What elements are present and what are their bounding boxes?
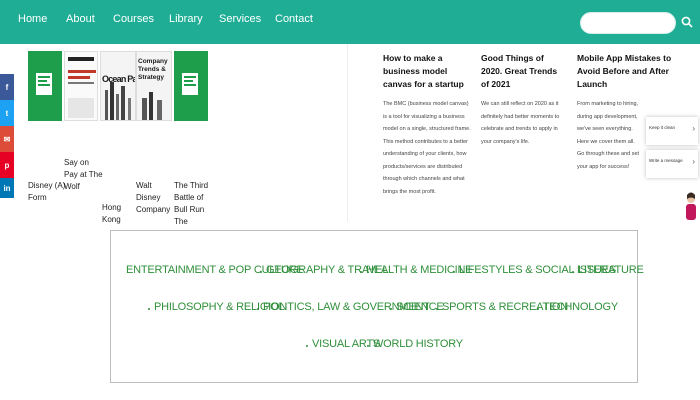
book-cover-2[interactable]	[64, 51, 98, 121]
separator-dot	[306, 345, 308, 347]
separator-dot	[453, 271, 455, 273]
nav-library[interactable]: Library	[169, 13, 203, 25]
side-card-2[interactable]: Write a message ›	[646, 150, 698, 178]
separator-dot	[148, 308, 150, 310]
nav-contact[interactable]: Contact	[275, 13, 313, 25]
post-title-3[interactable]: Mobile App Mistakes to Avoid Before and …	[577, 52, 673, 91]
nav-services[interactable]: Services	[219, 13, 261, 25]
category-list: Entertainment & Pop Culture Geography & …	[110, 230, 644, 383]
post-excerpt-3: From marketing to hiring, during app dev…	[577, 101, 640, 170]
book-title-4[interactable]: Walt Disney Company	[136, 180, 176, 216]
book-title-5[interactable]: The Third Battle of Bull Run The	[174, 180, 214, 228]
nav-home[interactable]: Home	[18, 13, 47, 25]
separator-dot	[436, 308, 438, 310]
separator-dot	[572, 271, 574, 273]
post-title-1[interactable]: How to make a business model canvas for …	[383, 52, 473, 91]
book-cover-5[interactable]	[174, 51, 208, 121]
book-carousel: Disney (A) Form Say on Pay at The Wolf O…	[14, 44, 348, 226]
page: Home About Courses Library Services Cont…	[0, 0, 700, 400]
book-cover-4[interactable]: Company Trends & Strategy	[136, 51, 172, 121]
avatar[interactable]	[684, 191, 698, 221]
side-card-1-label: Keep it clean	[649, 125, 676, 130]
book-cover-1[interactable]	[28, 51, 62, 121]
linkedin-icon[interactable]: in	[0, 178, 14, 198]
book-title-1[interactable]: Disney (A) Form	[28, 180, 68, 204]
separator-dot	[260, 271, 262, 273]
chevron-right-icon: ›	[692, 124, 695, 133]
book-cover-3[interactable]: Ocean Park Tal	[100, 51, 136, 121]
category-world-history[interactable]: World History	[373, 338, 463, 350]
book-title-2[interactable]: Say on Pay at The Wolf	[64, 157, 104, 193]
nav-courses[interactable]: Courses	[113, 13, 154, 25]
side-card-2-label: Write a message	[649, 158, 683, 163]
category-health[interactable]: Health & Medicine	[366, 264, 473, 276]
post-excerpt-1: The BMC (business model canvas) is a too…	[383, 101, 471, 195]
twitter-icon[interactable]: t	[0, 100, 14, 126]
post-title-2[interactable]: Good Things of 2020. Great Trends of 202…	[481, 52, 561, 91]
nav-about[interactable]: About	[66, 13, 95, 25]
facebook-icon[interactable]: f	[0, 74, 14, 100]
side-card-1[interactable]: Keep it clean ›	[646, 117, 698, 145]
gmail-icon[interactable]: ✉	[0, 126, 14, 152]
separator-dot	[537, 308, 539, 310]
search-input[interactable]	[580, 12, 676, 34]
top-nav-bar: Home About Courses Library Services Cont…	[0, 0, 700, 44]
pinterest-icon[interactable]: p	[0, 152, 14, 178]
separator-dot	[367, 345, 369, 347]
category-technology[interactable]: Technology	[543, 301, 618, 313]
category-science[interactable]: Science	[396, 301, 444, 313]
category-literature[interactable]: Literature	[578, 264, 644, 276]
chevron-right-icon: ›	[692, 157, 695, 166]
category-visual-arts[interactable]: Visual Arts	[312, 338, 380, 350]
separator-dot	[360, 271, 362, 273]
post-excerpt-2: We can still reflect on 2020 as it defin…	[481, 101, 560, 145]
separator-dot	[257, 308, 259, 310]
separator-dot	[390, 308, 392, 310]
search-icon[interactable]	[678, 12, 696, 32]
